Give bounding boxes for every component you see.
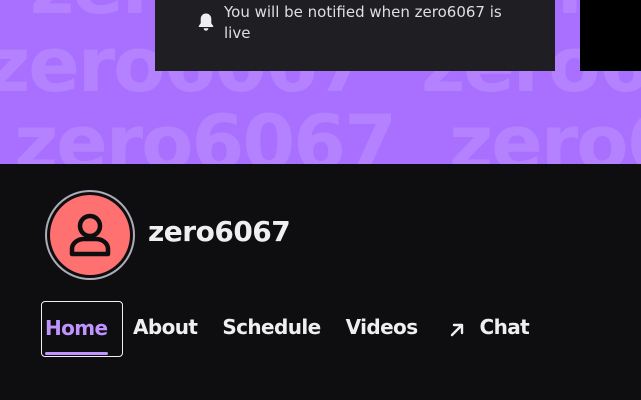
bell-icon bbox=[197, 12, 215, 32]
video-player-corner bbox=[580, 0, 641, 71]
channel-tabs: Home About Schedule Videos Chat bbox=[41, 301, 530, 357]
active-tab-underline bbox=[45, 352, 108, 355]
tab-chat[interactable]: Chat bbox=[448, 301, 530, 357]
external-arrow-icon bbox=[450, 323, 463, 337]
tab-about[interactable]: About bbox=[133, 301, 198, 357]
tab-videos[interactable]: Videos bbox=[346, 301, 419, 357]
user-silhouette-icon bbox=[69, 213, 111, 257]
avatar bbox=[50, 195, 130, 275]
banner-watermark-row: zero6067zero6067 bbox=[14, 98, 641, 164]
notification-message: You will be notified when zero6067 is li… bbox=[224, 3, 502, 42]
channel-avatar[interactable] bbox=[45, 190, 135, 280]
tab-schedule[interactable]: Schedule bbox=[222, 301, 321, 357]
notification-toast: You will be notified when zero6067 is li… bbox=[155, 0, 555, 71]
tab-home[interactable]: Home bbox=[41, 301, 123, 357]
channel-name[interactable]: zero6067 bbox=[148, 215, 291, 248]
